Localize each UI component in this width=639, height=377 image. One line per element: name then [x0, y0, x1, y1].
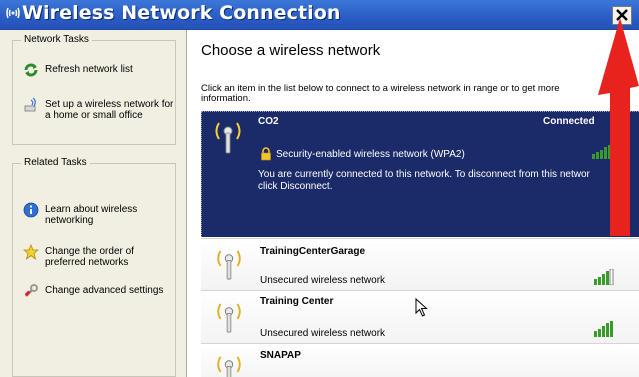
change-advanced-settings-link[interactable]: Change advanced settings: [23, 283, 175, 309]
security-type: Security-enabled wireless network (WPA2): [276, 149, 465, 160]
antenna-icon: [215, 122, 241, 154]
network-name: Training Center: [260, 296, 334, 307]
wireless-icon: [6, 7, 20, 19]
network-tasks-title: Network Tasks: [21, 34, 92, 45]
info-icon: [23, 202, 39, 218]
sidebar-divider: [186, 30, 187, 377]
security-type: Unsecured wireless network: [260, 328, 386, 339]
settings-icon: [24, 284, 38, 297]
network-item-snapap[interactable]: SNAPAP: [201, 343, 639, 377]
network-tasks-group: Network Tasks Refresh network list Set u…: [12, 34, 176, 145]
setup-wireless-network-link[interactable]: Set up a wireless network for a home or …: [23, 97, 175, 123]
antenna-icon: [217, 250, 241, 280]
setup-wireless-network-label: Set up a wireless network for a home or …: [45, 99, 174, 121]
signal-strength-icon: [594, 269, 614, 285]
task-sidebar: Network Tasks Refresh network list Set u…: [0, 30, 186, 377]
refresh-network-list-link[interactable]: Refresh network list: [23, 62, 175, 80]
security-type: Unsecured wireless network: [260, 275, 386, 286]
learn-wireless-label: Learn about wireless networking: [45, 204, 138, 226]
change-network-order-label: Change the order of preferred networks: [45, 246, 134, 268]
antenna-icon: [217, 303, 241, 333]
title-bar[interactable]: Wireless Network Connection: [0, 0, 639, 30]
lock-icon: [261, 147, 271, 161]
connection-message-line-1: You are currently connected to this netw…: [258, 169, 590, 180]
network-item-trainingcentergarage[interactable]: TrainingCenterGarage Unsecured wireless …: [201, 238, 639, 290]
connection-message-line-2: click Disconnect.: [258, 181, 333, 192]
refresh-network-list-label: Refresh network list: [45, 64, 133, 75]
network-name: TrainingCenterGarage: [260, 246, 366, 257]
mouse-cursor-icon: [415, 298, 428, 317]
network-name: SNAPAP: [260, 350, 301, 361]
star-icon: [23, 244, 39, 260]
change-network-order-link[interactable]: Change the order of preferred networks: [23, 244, 175, 270]
network-list[interactable]: CO2 Connected Security-enabled wireless …: [201, 111, 639, 377]
related-tasks-group: Related Tasks Learn about wireless netwo…: [12, 157, 176, 377]
annotation-arrow-icon: [598, 18, 639, 236]
page-description: Click an item in the list below to conne…: [201, 83, 560, 104]
network-name: CO2: [258, 116, 279, 127]
related-tasks-title: Related Tasks: [21, 157, 90, 168]
window-title: Wireless Network Connection: [22, 2, 341, 24]
connection-status: Connected: [543, 116, 595, 127]
learn-wireless-link[interactable]: Learn about wireless networking: [23, 202, 175, 228]
antenna-icon: [217, 356, 241, 377]
signal-strength-icon: [594, 321, 613, 337]
refresh-icon: [24, 63, 38, 77]
page-title: Choose a wireless network: [201, 42, 381, 59]
connection-message: You are currently connected to this netw…: [258, 169, 639, 193]
network-item-co2[interactable]: CO2 Connected Security-enabled wireless …: [201, 111, 639, 237]
network-item-training-center[interactable]: Training Center Unsecured wireless netwo…: [201, 290, 639, 343]
change-advanced-settings-label: Change advanced settings: [45, 285, 164, 296]
setup-wizard-icon: [24, 97, 36, 112]
